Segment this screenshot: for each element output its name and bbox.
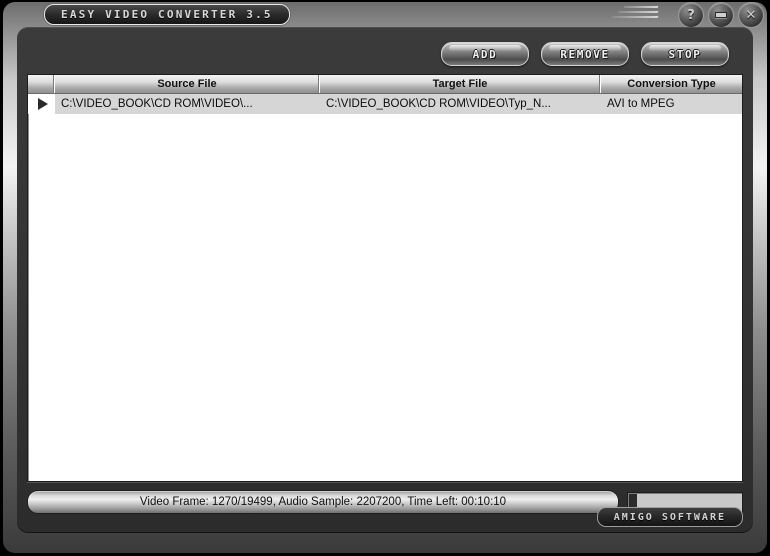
brand-label: AMIGO SOFTWARE (613, 511, 726, 523)
remove-button-label: REMOVE (560, 47, 610, 61)
column-header-marker[interactable] (28, 75, 55, 93)
cell-target-file: C:\VIDEO_BOOK\CD ROM\VIDEO\Typ_N... (326, 98, 551, 110)
window-controls: ? ✕ (678, 2, 764, 28)
cell-source-file: C:\VIDEO_BOOK\CD ROM\VIDEO\... (61, 98, 253, 110)
close-icon: ✕ (745, 7, 757, 23)
remove-button[interactable]: REMOVE (541, 42, 629, 66)
column-header-target-file[interactable]: Target File (320, 75, 601, 93)
row-status-marker (28, 94, 55, 114)
minimize-button[interactable] (708, 2, 734, 28)
main-panel: ADD REMOVE STOP Source File Target File … (17, 27, 753, 533)
stop-button-label: STOP (668, 47, 702, 61)
status-message: Video Frame: 1270/19499, Audio Sample: 2… (139, 496, 507, 508)
window-title: EASY VIDEO CONVERTER 3.5 (61, 8, 273, 21)
decorative-stripes (611, 6, 659, 23)
status-message-panel: Video Frame: 1270/19499, Audio Sample: 2… (27, 490, 619, 514)
cell-conversion-type: AVI to MPEG (607, 98, 675, 110)
stop-button[interactable]: STOP (641, 42, 729, 66)
toolbar: ADD REMOVE STOP (17, 39, 753, 69)
table-row[interactable]: C:\VIDEO_BOOK\CD ROM\VIDEO\... C:\VIDEO_… (28, 94, 742, 114)
brand-badge: AMIGO SOFTWARE (596, 507, 743, 527)
add-button-label: ADD (472, 47, 498, 61)
conversion-job-list[interactable]: Source File Target File Conversion Type … (27, 74, 743, 482)
play-triangle-icon (38, 98, 48, 110)
column-header-source-file[interactable]: Source File (55, 75, 320, 93)
help-button[interactable]: ? (678, 2, 704, 28)
close-button[interactable]: ✕ (738, 2, 764, 28)
application-window: EASY VIDEO CONVERTER 3.5 ? ✕ ADD REMOVE (0, 0, 770, 556)
title-bar[interactable]: EASY VIDEO CONVERTER 3.5 ? ✕ (0, 0, 770, 28)
minimize-icon (715, 12, 727, 18)
add-button[interactable]: ADD (441, 42, 529, 66)
column-header-conversion-type[interactable]: Conversion Type (601, 75, 742, 93)
title-plate: EASY VIDEO CONVERTER 3.5 (44, 4, 290, 25)
list-header-row: Source File Target File Conversion Type (28, 75, 742, 94)
question-mark-icon: ? (687, 7, 695, 23)
